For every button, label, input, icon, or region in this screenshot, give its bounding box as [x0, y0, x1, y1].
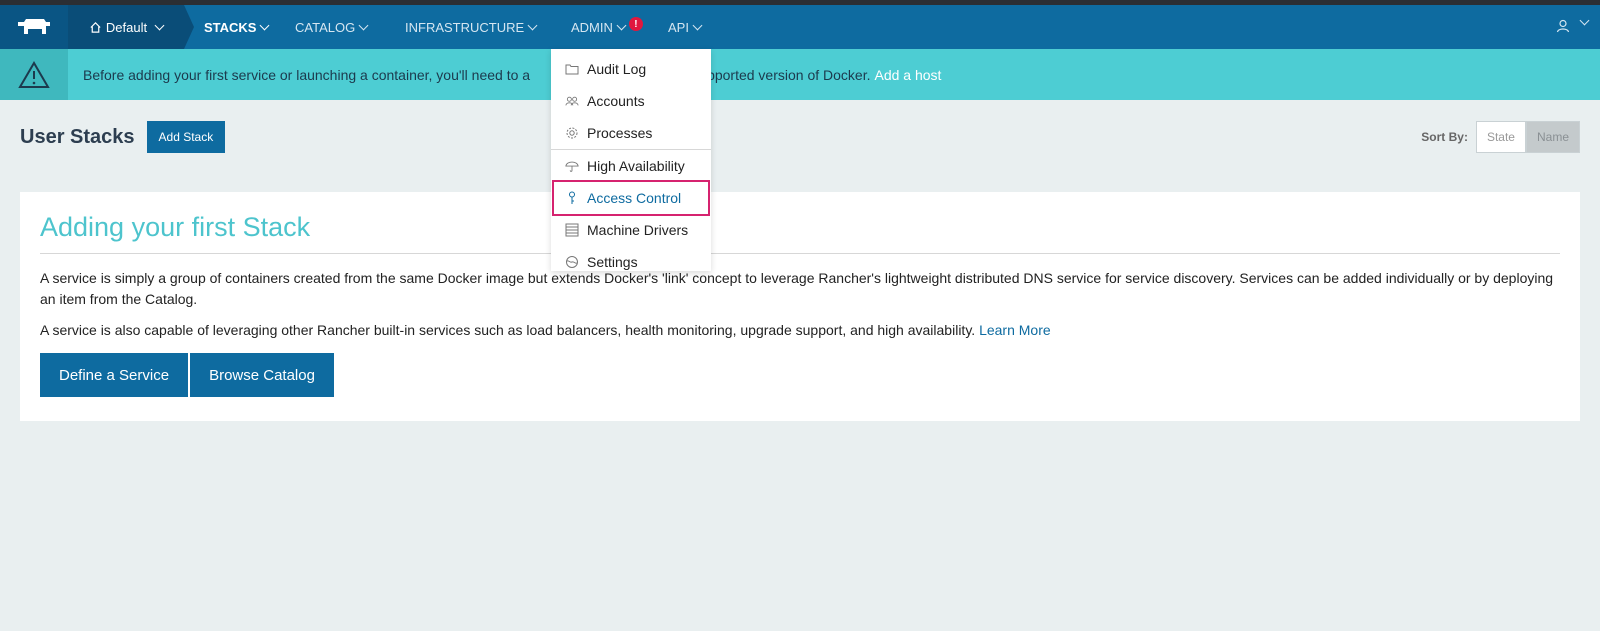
users-icon [565, 94, 579, 108]
nav-catalog[interactable]: CATALOG [295, 5, 369, 49]
nav-infrastructure-label: INFRASTRUCTURE [405, 19, 525, 35]
rancher-logo[interactable] [0, 5, 68, 49]
menu-item-label: Processes [587, 125, 653, 141]
umbrella-icon [565, 159, 579, 173]
chevron-down-icon [616, 20, 627, 30]
menu-item-label: Audit Log [587, 61, 647, 77]
warning-icon [0, 49, 68, 100]
menu-item-label: Machine Drivers [587, 222, 689, 238]
server-icon [565, 223, 579, 237]
rancher-cow-icon [18, 19, 50, 34]
user-icon[interactable] [1556, 19, 1570, 33]
menu-item-label: High Availability [587, 158, 685, 174]
environment-label: Default [105, 19, 148, 35]
nav-api[interactable]: API [668, 5, 703, 49]
card-paragraph-2: A service is also capable of leveraging … [40, 320, 1560, 341]
chevron-down-icon [527, 20, 538, 30]
nav-api-label: API [668, 19, 689, 35]
menu-item-audit-log[interactable]: Audit Log [551, 53, 711, 85]
nav-catalog-label: CATALOG [295, 19, 356, 35]
folder-icon [565, 62, 579, 76]
menu-item-label: Settings [587, 254, 638, 270]
home-icon [90, 21, 101, 33]
chevron-down-icon [692, 20, 703, 30]
banner-text-end: pported version of Docker. [707, 66, 871, 83]
key-icon [565, 191, 579, 205]
gear-icon [565, 126, 579, 140]
card-paragraph-2-text: A service is also capable of leveraging … [40, 322, 976, 338]
nav-admin-label: ADMIN [571, 19, 613, 35]
host-warning-banner: Before adding your first service or laun… [0, 49, 1600, 100]
globe-icon [565, 255, 579, 269]
sort-name-button[interactable]: Name [1525, 121, 1580, 153]
nav-stacks[interactable]: STACKS [204, 5, 270, 49]
sort-control: Sort By: State Name [1421, 121, 1580, 153]
nav-infrastructure[interactable]: INFRASTRUCTURE [405, 5, 538, 49]
card-paragraph-1: A service is simply a group of container… [40, 270, 1554, 307]
menu-item-machine-drivers[interactable]: Machine Drivers [551, 214, 711, 246]
page-title: User Stacks [20, 125, 135, 148]
chevron-down-icon [154, 20, 165, 30]
menu-item-high-availability[interactable]: High Availability [551, 150, 711, 182]
alert-badge: ! [628, 17, 643, 31]
empty-state-card: Adding your first Stack A service is sim… [20, 192, 1580, 421]
sort-state-button[interactable]: State [1475, 121, 1526, 153]
page-header: User Stacks Add Stack [20, 121, 226, 153]
card-buttons: Define a Service Browse Catalog [40, 353, 1560, 397]
nav-admin[interactable]: ADMIN ! [571, 5, 643, 49]
banner-text-start: Before adding your first service or laun… [83, 66, 531, 83]
top-navbar: Default STACKS CATALOG INFRASTRUCTURE AD… [0, 5, 1600, 49]
define-service-button[interactable]: Define a Service [40, 353, 189, 397]
menu-item-access-control[interactable]: Access Control [552, 180, 710, 216]
learn-more-link[interactable]: Learn More [979, 322, 1051, 338]
menu-item-accounts[interactable]: Accounts [551, 85, 711, 117]
menu-item-label: Accounts [587, 93, 645, 109]
menu-item-processes[interactable]: Processes [551, 117, 711, 149]
chevron-down-icon[interactable] [1579, 15, 1590, 26]
add-stack-button[interactable]: Add Stack [146, 121, 226, 153]
chevron-down-icon [358, 20, 369, 30]
sort-label: Sort By: [1421, 130, 1468, 144]
banner-message: Before adding your first service or laun… [83, 67, 941, 83]
nav-stacks-label: STACKS [204, 19, 257, 35]
chevron-down-icon [260, 20, 270, 30]
admin-dropdown-menu: Audit Log Accounts Processes High Availa… [551, 49, 711, 271]
menu-item-label: Access Control [587, 190, 682, 206]
browse-catalog-button[interactable]: Browse Catalog [190, 353, 334, 397]
menu-item-settings[interactable]: Settings [551, 246, 711, 278]
card-title: Adding your first Stack [40, 212, 1560, 254]
add-host-link[interactable]: Add a host [874, 67, 941, 83]
environment-selector[interactable]: Default [68, 5, 194, 49]
